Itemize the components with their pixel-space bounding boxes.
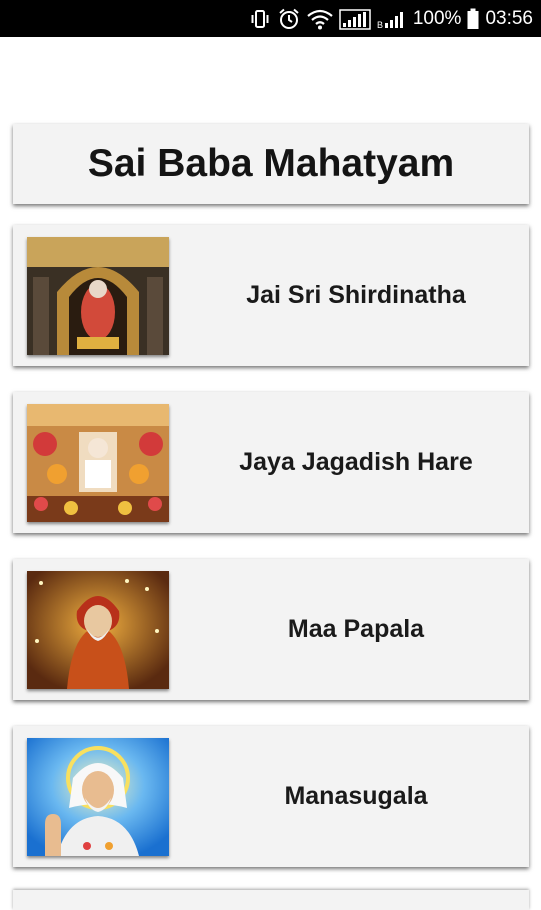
list-item[interactable]: Manasugala: [13, 726, 529, 867]
signal-icon-2: B: [377, 8, 407, 30]
status-icons: B 100% 03:56: [249, 0, 533, 37]
battery-percent: 100%: [412, 7, 462, 29]
saint-portrait-thumbnail: [27, 571, 169, 689]
item-label: Manasugala: [284, 782, 428, 810]
battery-icon: [467, 8, 479, 30]
list-item[interactable]: Maa Papala: [13, 559, 529, 700]
temple-thumbnail: [27, 237, 169, 355]
list-item[interactable]: Jaya Jagadish Hare: [13, 392, 529, 533]
shrine-thumbnail: [27, 404, 169, 522]
alarm-icon: [277, 7, 301, 31]
svg-text:B: B: [377, 20, 383, 30]
item-label: Jaya Jagadish Hare: [239, 448, 473, 476]
list-item-partial[interactable]: [13, 890, 529, 910]
blessing-portrait-thumbnail: [27, 738, 169, 856]
clock: 03:56: [485, 7, 533, 29]
list-item[interactable]: Jai Sri Shirdinatha: [13, 225, 529, 366]
wifi-icon: [307, 8, 333, 30]
item-label: Jai Sri Shirdinatha: [246, 281, 466, 309]
page-title: Sai Baba Mahatyam: [87, 142, 455, 185]
status-bar: B 100% 03:56: [0, 0, 541, 37]
item-label: Maa Papala: [287, 615, 425, 643]
title-card: Sai Baba Mahatyam: [13, 124, 529, 204]
signal-icon: [339, 8, 371, 30]
vibrate-icon: [249, 8, 271, 30]
